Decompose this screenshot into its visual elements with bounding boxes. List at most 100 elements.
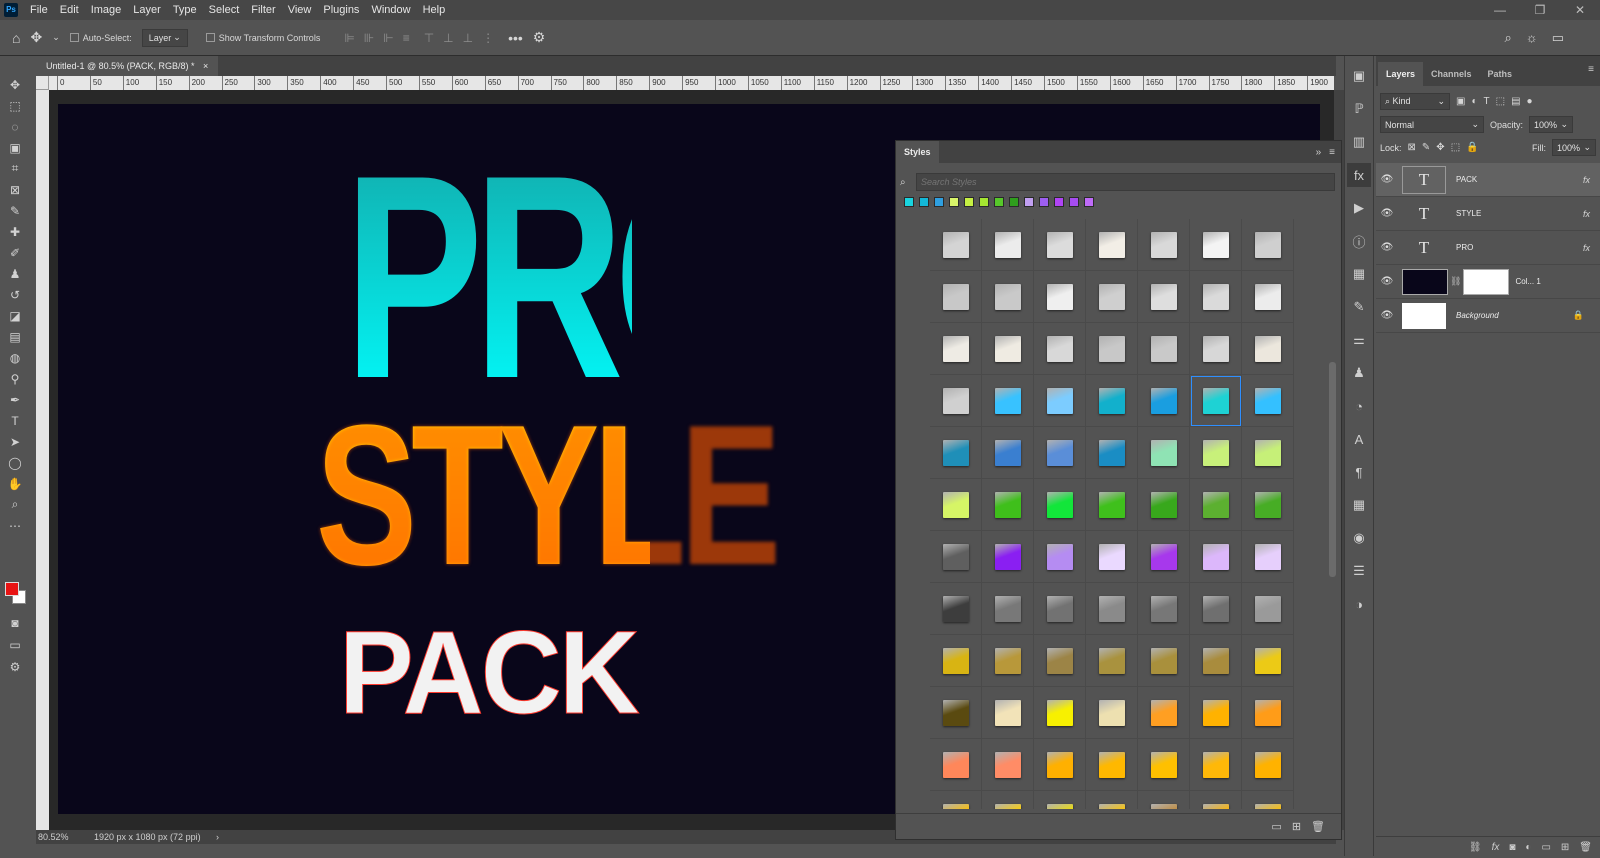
style-swatch[interactable] — [930, 323, 982, 375]
style-swatch[interactable] — [930, 739, 982, 791]
lock-all-icon[interactable]: 🔒 — [1466, 142, 1478, 153]
recent-style-swatch[interactable] — [934, 197, 944, 207]
blend-mode-dropdown[interactable]: Normal ⌄ — [1380, 116, 1484, 133]
table-panel-icon[interactable]: ▦ — [1347, 493, 1371, 517]
crop-tool-icon[interactable]: ⌗ — [3, 158, 27, 179]
layer-mask-thumbnail[interactable] — [1463, 268, 1510, 295]
recent-style-swatch[interactable] — [919, 197, 929, 207]
new-group-icon[interactable]: ▭ — [1541, 842, 1550, 853]
recent-style-swatch[interactable] — [1069, 197, 1079, 207]
opacity-field[interactable]: 100% ⌄ — [1529, 116, 1574, 133]
style-swatch[interactable] — [1242, 479, 1294, 531]
menu-view[interactable]: View — [282, 0, 318, 20]
style-swatch[interactable] — [982, 375, 1034, 427]
tab-layers[interactable]: Layers — [1378, 62, 1424, 86]
fx-icon[interactable]: fx — [1492, 842, 1500, 853]
clone-panel-icon[interactable]: ♟ — [1347, 361, 1371, 385]
style-swatch[interactable] — [930, 271, 982, 323]
style-swatch[interactable] — [1034, 739, 1086, 791]
align-center-icon[interactable]: ⊪ — [364, 31, 374, 45]
brush-panel-icon[interactable]: ✎ — [1347, 295, 1371, 319]
recent-style-swatch[interactable] — [994, 197, 1004, 207]
shape-filter-icon[interactable]: ⬚ — [1496, 96, 1505, 107]
style-swatch[interactable] — [1190, 219, 1242, 271]
style-swatch[interactable] — [1086, 427, 1138, 479]
style-swatch[interactable] — [1242, 375, 1294, 427]
style-swatch[interactable] — [1086, 219, 1138, 271]
style-swatch[interactable] — [1086, 375, 1138, 427]
style-swatch[interactable] — [1086, 791, 1138, 809]
style-swatch[interactable] — [1138, 323, 1190, 375]
recent-style-swatch[interactable] — [979, 197, 989, 207]
menu-type[interactable]: Type — [167, 0, 203, 20]
recent-style-swatch[interactable] — [1084, 197, 1094, 207]
align-bottom-icon[interactable]: ⊥ — [463, 31, 473, 45]
style-swatch[interactable] — [1138, 739, 1190, 791]
style-swatch[interactable] — [1138, 531, 1190, 583]
lock-pixels-icon[interactable]: ✎ — [1422, 142, 1430, 153]
style-swatch[interactable] — [1034, 323, 1086, 375]
menu-image[interactable]: Image — [85, 0, 128, 20]
distribute-icon[interactable]: ≡ — [403, 31, 410, 45]
chevron-right-icon[interactable]: › — [216, 832, 219, 842]
search-icon[interactable]: ⌕ — [1505, 30, 1512, 46]
style-swatch[interactable] — [1242, 583, 1294, 635]
recent-style-swatch[interactable] — [949, 197, 959, 207]
light-bulb-icon[interactable]: ☼ — [1526, 30, 1538, 46]
eye-icon[interactable]: 👁 — [1376, 310, 1398, 321]
style-swatch[interactable] — [1190, 739, 1242, 791]
layer-color-fill[interactable]: 👁 ⛓ Col... 1 — [1376, 265, 1600, 299]
fx-icon[interactable]: fx — [1583, 243, 1590, 253]
foreground-color-swatch[interactable] — [5, 582, 19, 596]
style-swatch[interactable] — [1138, 271, 1190, 323]
object-select-tool-icon[interactable]: ▣ — [3, 137, 27, 158]
workspace-icon[interactable]: ▭ — [1552, 30, 1564, 46]
styles-scroll-thumb[interactable] — [1329, 362, 1336, 577]
lock-transparent-icon[interactable]: ⊠ — [1408, 142, 1416, 153]
collapse-icon[interactable]: » — [1316, 147, 1322, 158]
style-swatch[interactable] — [930, 219, 982, 271]
style-swatch[interactable] — [1138, 427, 1190, 479]
menu-help[interactable]: Help — [417, 0, 452, 20]
move-tool-icon[interactable]: ✥ — [3, 74, 27, 95]
style-swatch[interactable] — [1190, 271, 1242, 323]
style-swatch[interactable] — [930, 583, 982, 635]
styles-panel-icon[interactable]: fx — [1347, 163, 1371, 187]
menu-filter[interactable]: Filter — [245, 0, 281, 20]
trash-icon[interactable]: 🗑 — [1579, 842, 1592, 853]
style-swatch[interactable] — [1242, 687, 1294, 739]
style-swatch[interactable] — [1034, 687, 1086, 739]
style-swatch[interactable] — [982, 427, 1034, 479]
brush-presets-panel-icon[interactable]: ℙ — [1347, 97, 1371, 121]
quick-mask-icon[interactable]: ◙ — [3, 612, 27, 633]
close-icon[interactable]: × — [203, 61, 208, 71]
style-swatch[interactable] — [1086, 635, 1138, 687]
recent-style-swatch[interactable] — [904, 197, 914, 207]
style-swatch[interactable] — [1138, 635, 1190, 687]
ruler-origin[interactable] — [36, 76, 49, 90]
style-swatch[interactable] — [982, 635, 1034, 687]
history-brush-icon[interactable]: ↺ — [3, 284, 27, 305]
gradient-tool-icon[interactable]: ▤ — [3, 326, 27, 347]
pen-tool-icon[interactable]: ✒ — [3, 389, 27, 410]
style-swatch[interactable] — [1190, 531, 1242, 583]
layer-style[interactable]: 👁 T STYLE fx — [1376, 197, 1600, 231]
style-swatch[interactable] — [1190, 687, 1242, 739]
healing-brush-icon[interactable]: ✚ — [3, 221, 27, 242]
style-swatch[interactable] — [1190, 375, 1242, 427]
frame-tool-icon[interactable]: ⊠ — [3, 179, 27, 200]
style-swatch[interactable] — [982, 583, 1034, 635]
new-group-icon[interactable]: ▭ — [1271, 820, 1281, 833]
glyphs-panel-icon[interactable]: ◔ — [1347, 394, 1371, 418]
zoom-tool-icon[interactable]: ⌕ — [3, 494, 27, 515]
hand-tool-icon[interactable]: ✋ — [3, 473, 27, 494]
auto-select-dropdown[interactable]: Layer ⌄ — [141, 28, 188, 47]
style-swatch[interactable] — [1242, 739, 1294, 791]
style-swatch[interactable] — [1086, 687, 1138, 739]
menu-select[interactable]: Select — [203, 0, 246, 20]
styles-scrollbar[interactable] — [1329, 227, 1336, 797]
align-right-icon[interactable]: ⊩ — [383, 31, 393, 45]
adjustment-filter-icon[interactable]: ◐ — [1471, 96, 1477, 107]
panel-menu-icon[interactable]: ≡ — [1588, 64, 1594, 75]
align-left-icon[interactable]: ⊫ — [344, 31, 354, 45]
